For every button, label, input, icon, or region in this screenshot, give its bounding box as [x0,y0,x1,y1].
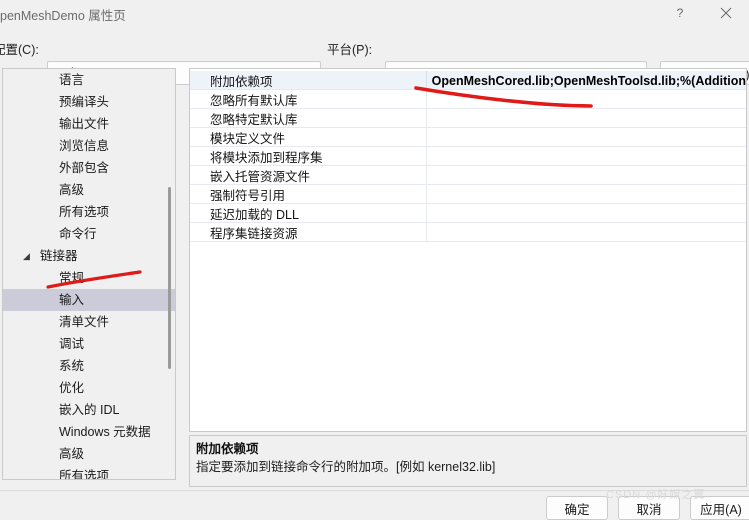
tree-item[interactable]: 命令行 [3,223,175,245]
tree-item-label: 链接器 [40,249,78,263]
platform-label: 平台(P): [327,43,373,57]
close-icon[interactable] [703,0,749,26]
tree-item-label: 外部包含 [59,161,110,175]
property-row[interactable]: 忽略所有默认库 [190,90,746,109]
tree-item[interactable]: 高级 [3,443,175,465]
configuration-label: 配置(C): [0,43,39,57]
tree-item[interactable]: 清单文件 [3,311,175,333]
property-value[interactable]: OpenMeshCored.lib;OpenMeshToolsd.lib;%(A… [426,74,746,88]
property-name: 强制符号引用 [210,189,286,203]
property-grid[interactable]: 附加依赖项 OpenMeshCored.lib;OpenMeshToolsd.li… [190,71,746,242]
property-name: 将模块添加到程序集 [210,151,323,165]
column-divider [426,147,427,166]
tree-item-label: 输出文件 [59,117,110,131]
property-row[interactable]: 模块定义文件 [190,128,746,147]
tree-item-label: 输入 [59,293,85,307]
property-name: 忽略所有默认库 [210,94,298,108]
description-text: 指定要添加到链接命令行的附加项。[例如 kernel32.lib] [196,460,496,474]
property-row[interactable]: 延迟加载的 DLL [190,204,746,223]
tree-item-label: Windows 元数据 [59,425,151,439]
column-divider [426,166,427,185]
svg-text:?: ? [677,6,684,20]
column-divider [426,128,427,147]
help-icon[interactable]: ? [657,0,703,26]
ok-button[interactable]: 确定 [546,496,608,520]
column-divider [426,185,427,204]
property-name: 忽略特定默认库 [210,113,298,127]
tree-item[interactable]: 常规 [3,267,175,289]
tree-item[interactable]: 系统 [3,355,175,377]
column-divider [426,223,427,242]
apply-button[interactable]: 应用(A) [690,496,749,520]
cancel-button[interactable]: 取消 [618,496,680,520]
tree-item[interactable]: Windows 元数据 [3,421,175,443]
tree-item[interactable]: 输出文件 [3,113,175,135]
tree-item-label: 命令行 [59,227,97,241]
property-row[interactable]: 忽略特定默认库 [190,109,746,128]
tree-item[interactable]: 所有选项 [3,201,175,223]
tree-item[interactable]: 输入 [3,289,175,311]
configuration-bar: 配置(C): Release 平台(P): 活动(x64) 配置管理器(O)..… [0,28,749,85]
tree-item-label: 常规 [59,271,85,285]
tree-item-label: 高级 [59,183,85,197]
property-name: 延迟加载的 DLL [210,208,299,222]
tree-item-label: 浏览信息 [59,139,110,153]
window-title: penMeshDemo 属性页 [0,9,126,23]
tree-item-label: 预编译头 [59,95,110,109]
title-bar: penMeshDemo 属性页 ? [0,0,749,29]
tree-item[interactable]: 优化 [3,377,175,399]
tree-item[interactable]: 语言 [3,69,175,91]
column-divider [426,109,427,128]
tree-item-label: 清单文件 [59,315,110,329]
expander-expanded-icon[interactable]: ◢ [23,245,30,267]
property-row[interactable]: 程序集链接资源 [190,223,746,242]
property-name: 模块定义文件 [210,132,286,146]
tree-item[interactable]: ◢ 链接器 [3,245,175,267]
tree-item[interactable]: 嵌入的 IDL [3,399,175,421]
property-row[interactable]: 将模块添加到程序集 [190,147,746,166]
property-name: 程序集链接资源 [210,227,298,241]
tree-item[interactable]: 预编译头 [3,91,175,113]
dialog-footer: 确定 取消 应用(A) [0,490,749,520]
property-grid-panel: 附加依赖项 OpenMeshCored.lib;OpenMeshToolsd.li… [189,68,747,432]
property-row[interactable]: 附加依赖项 OpenMeshCored.lib;OpenMeshToolsd.li… [190,71,746,90]
tree-item-label: 系统 [59,359,85,373]
tree-item[interactable]: 浏览信息 [3,135,175,157]
property-name: 附加依赖项 [210,75,273,89]
tree-item-label: 所有选项 [59,469,110,480]
tree-item[interactable]: 调试 [3,333,175,355]
window-controls: ? [657,0,749,28]
tree-item[interactable]: 外部包含 [3,157,175,179]
column-divider [426,204,427,223]
tree-item[interactable]: 高级 [3,179,175,201]
tree-item-label: 所有选项 [59,205,110,219]
column-divider [426,71,427,90]
tree-item-label: 嵌入的 IDL [59,403,120,417]
description-panel: 附加依赖项 指定要添加到链接命令行的附加项。[例如 kernel32.lib] [189,435,747,487]
property-row[interactable]: 强制符号引用 [190,185,746,204]
settings-tree-panel: 语言 预编译头 输出文件 浏览信息 外部包含 高级 所有选项 命令行 ◢ 链接器 常规 输入 清单文件调… [2,68,176,480]
settings-tree[interactable]: 语言 预编译头 输出文件 浏览信息 外部包含 高级 所有选项 命令行 ◢ 链接器 常规 输入 清单文件调… [3,69,175,479]
tree-item-label: 语言 [59,73,85,87]
tree-item-label: 优化 [59,381,85,395]
property-name: 嵌入托管资源文件 [210,170,311,184]
property-row[interactable]: 嵌入托管资源文件 [190,166,746,185]
tree-vertical-scrollbar[interactable] [168,187,171,369]
tree-item-label: 高级 [59,447,85,461]
tree-item-label: 调试 [59,337,85,351]
description-title: 附加依赖项 [196,442,259,456]
column-divider [426,90,427,109]
tree-item[interactable]: 所有选项 [3,465,175,480]
